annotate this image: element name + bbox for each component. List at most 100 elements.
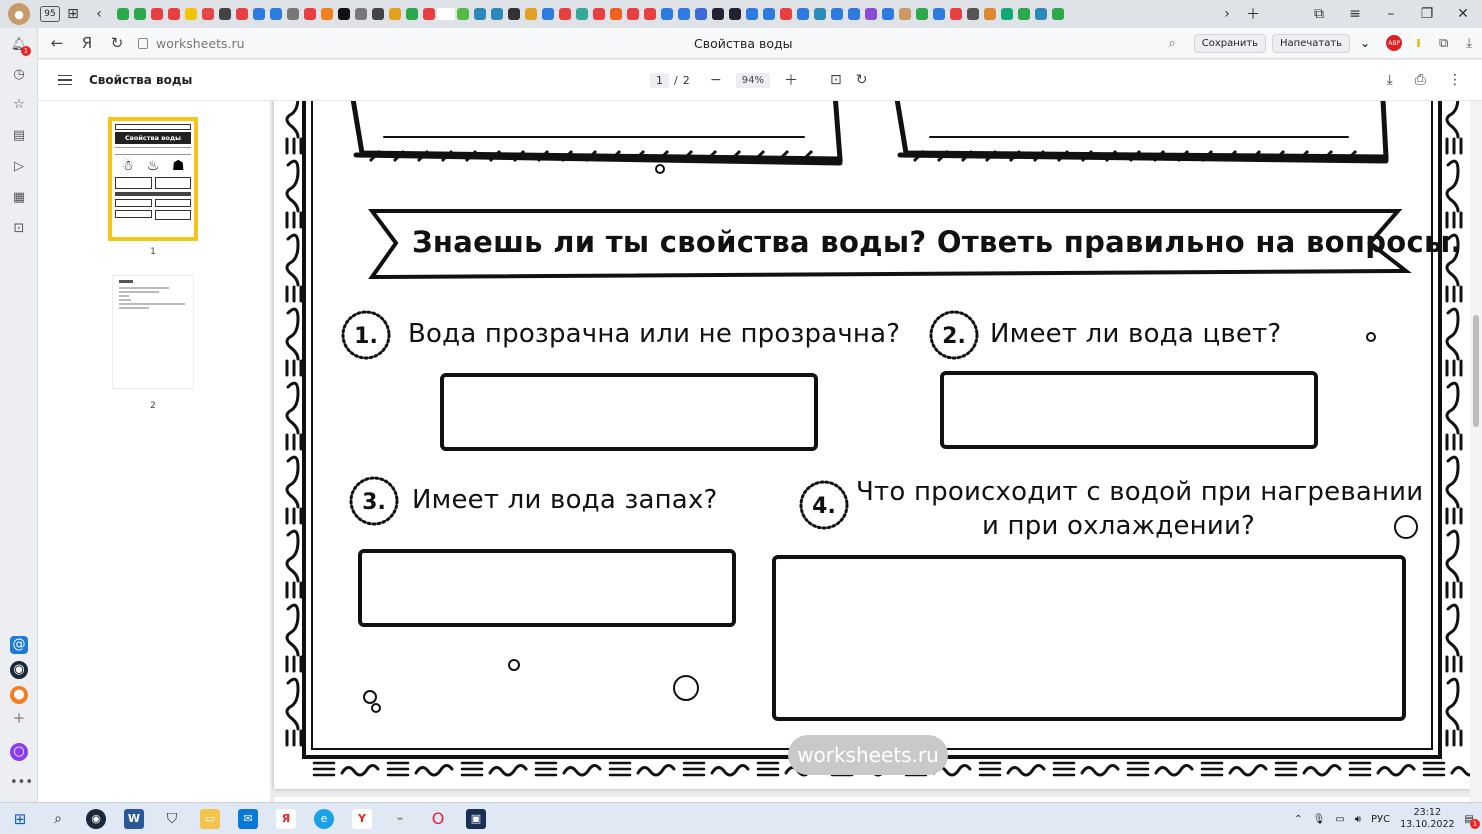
- search-page-icon[interactable]: ⌕: [1169, 36, 1176, 51]
- tab-favicon[interactable]: [168, 8, 180, 20]
- tab-favicon[interactable]: [219, 8, 231, 20]
- save-button[interactable]: Сохранить: [1193, 33, 1267, 53]
- tab-favicon[interactable]: [627, 8, 639, 20]
- tab-favicon[interactable]: [321, 8, 333, 20]
- file-explorer-icon[interactable]: ▭: [200, 808, 220, 829]
- tab-favicon[interactable]: [644, 8, 656, 20]
- back-arrow-icon[interactable]: ←: [42, 34, 72, 52]
- tab-favicon[interactable]: [576, 8, 588, 20]
- tab-favicon[interactable]: [780, 8, 792, 20]
- tray-chevron-up-icon[interactable]: ⌃: [1294, 814, 1302, 825]
- new-tab-icon[interactable]: ＋: [1240, 4, 1266, 24]
- extensions-puzzle-icon[interactable]: ⧉: [1439, 36, 1448, 51]
- tab-favicon[interactable]: [763, 8, 775, 20]
- tab-favicon[interactable]: [253, 8, 265, 20]
- history-icon[interactable]: ◷: [10, 66, 28, 84]
- tab-favicon[interactable]: [1001, 8, 1013, 20]
- print-icon[interactable]: ⎙: [1415, 72, 1426, 88]
- tab-favicon[interactable]: [797, 8, 809, 20]
- opera-icon[interactable]: O: [428, 809, 448, 829]
- tab-favicon[interactable]: [151, 8, 163, 20]
- network-icon[interactable]: ▭: [1335, 814, 1344, 825]
- tabs-scroll-right-icon[interactable]: ›: [1214, 6, 1240, 22]
- notes-icon[interactable]: ▦: [10, 189, 28, 207]
- tab-favicon[interactable]: [202, 8, 214, 20]
- downloads-icon[interactable]: ⤓: [1466, 36, 1472, 51]
- tab-favicon[interactable]: [491, 8, 503, 20]
- download-icon[interactable]: ⤓: [1387, 72, 1393, 88]
- word-icon[interactable]: W: [124, 808, 144, 829]
- tab-favicon[interactable]: [678, 8, 690, 20]
- print-button[interactable]: Напечатать: [1272, 33, 1351, 53]
- windows-start-icon[interactable]: ⊞: [10, 809, 30, 829]
- notifications-bell-icon[interactable]: 🔔︎ 1: [10, 36, 31, 56]
- alice-assistant-icon[interactable]: ○: [10, 743, 28, 761]
- tab-favicon[interactable]: [984, 8, 996, 20]
- shield-icon[interactable]: ⛉: [162, 809, 182, 829]
- tab-favicon[interactable]: [423, 8, 435, 20]
- yandex-logo-icon[interactable]: Я: [72, 34, 102, 52]
- tab-favicon[interactable]: [117, 8, 129, 20]
- new-tab-folder-icon[interactable]: ⊞: [60, 6, 86, 22]
- document-viewer[interactable]: 1. 2. 3. 4. Знаешь ли ты свойства воды? …: [270, 101, 1470, 802]
- tab-favicon[interactable]: [882, 8, 894, 20]
- tab-favicon[interactable]: [304, 8, 316, 20]
- minimize-icon[interactable]: –: [1378, 6, 1404, 22]
- url-field[interactable]: worksheets.ru: [138, 36, 245, 51]
- tab-favicon[interactable]: [406, 8, 418, 20]
- tab-favicon[interactable]: [899, 8, 911, 20]
- add-app-icon[interactable]: ＋: [10, 711, 28, 729]
- tab-favicon[interactable]: [508, 8, 520, 20]
- collections-icon[interactable]: ▤: [10, 127, 28, 145]
- zoom-level[interactable]: 94%: [735, 72, 770, 88]
- restore-icon[interactable]: ❐: [1414, 6, 1440, 22]
- tab-favicon[interactable]: [525, 8, 537, 20]
- tab-favicon[interactable]: [372, 8, 384, 20]
- tab-favicon[interactable]: [474, 8, 486, 20]
- tab-favicon[interactable]: [542, 8, 554, 20]
- fit-page-icon[interactable]: ⊡: [830, 72, 842, 88]
- tab-favicon[interactable]: [831, 8, 843, 20]
- hamburger-menu-icon[interactable]: [58, 72, 72, 89]
- video-icon[interactable]: ▷: [10, 158, 28, 176]
- more-apps-icon[interactable]: •••: [10, 774, 33, 792]
- scrollbar-thumb[interactable]: [1473, 315, 1479, 427]
- tab-favicon[interactable]: [270, 8, 282, 20]
- action-center-icon[interactable]: ▤ 1: [1465, 814, 1480, 829]
- tab-favicon[interactable]: [848, 8, 860, 20]
- tab-favicon[interactable]: [610, 8, 622, 20]
- thumbnail-page-1[interactable]: Свойства воды ☃ ♨ ☗: [108, 117, 198, 241]
- tab-favicon[interactable]: [746, 8, 758, 20]
- microphone-icon[interactable]: 🎙︎: [1313, 814, 1326, 825]
- menu-icon[interactable]: ≡: [1342, 6, 1368, 22]
- tab-favicon[interactable]: [865, 8, 877, 20]
- tab-favicon[interactable]: [950, 8, 962, 20]
- adblock-icon[interactable]: ABP: [1386, 35, 1403, 51]
- current-page-input[interactable]: 1: [650, 72, 669, 88]
- tab-favicon[interactable]: [712, 8, 724, 20]
- tab-favicon[interactable]: [457, 8, 469, 20]
- search-icon[interactable]: ⌕: [48, 809, 68, 829]
- more-options-icon[interactable]: ⋮: [1448, 72, 1462, 88]
- clock[interactable]: 23:12 13.10.2022: [1400, 807, 1454, 831]
- tab-favicon[interactable]: [134, 8, 146, 20]
- tab-favicon[interactable]: [933, 8, 945, 20]
- tab-favicon[interactable]: [355, 8, 367, 20]
- tab-favicon[interactable]: [661, 8, 673, 20]
- mail-icon[interactable]: ✉: [238, 808, 258, 829]
- volume-icon[interactable]: 🔊︎: [1355, 814, 1361, 825]
- tab-favicon[interactable]: [967, 8, 979, 20]
- tab-favicon[interactable]: [1018, 8, 1030, 20]
- favorites-star-icon[interactable]: ☆: [10, 96, 28, 114]
- steam-app-icon[interactable]: ◉: [10, 661, 28, 679]
- tab-favicon[interactable]: [236, 8, 248, 20]
- tabs-scroll-left-icon[interactable]: ‹: [86, 6, 112, 22]
- app-icon[interactable]: ⌁: [390, 809, 410, 829]
- extension-icon[interactable]: ı: [1416, 35, 1421, 51]
- yandex-browser-icon[interactable]: Y: [352, 808, 372, 829]
- tab-favicon[interactable]: [593, 8, 605, 20]
- tab-favicon[interactable]: [1035, 8, 1047, 20]
- zoom-out-button[interactable]: −: [710, 72, 722, 88]
- tab-favicon[interactable]: [185, 8, 197, 20]
- chevron-down-icon[interactable]: ⌄: [1360, 36, 1370, 50]
